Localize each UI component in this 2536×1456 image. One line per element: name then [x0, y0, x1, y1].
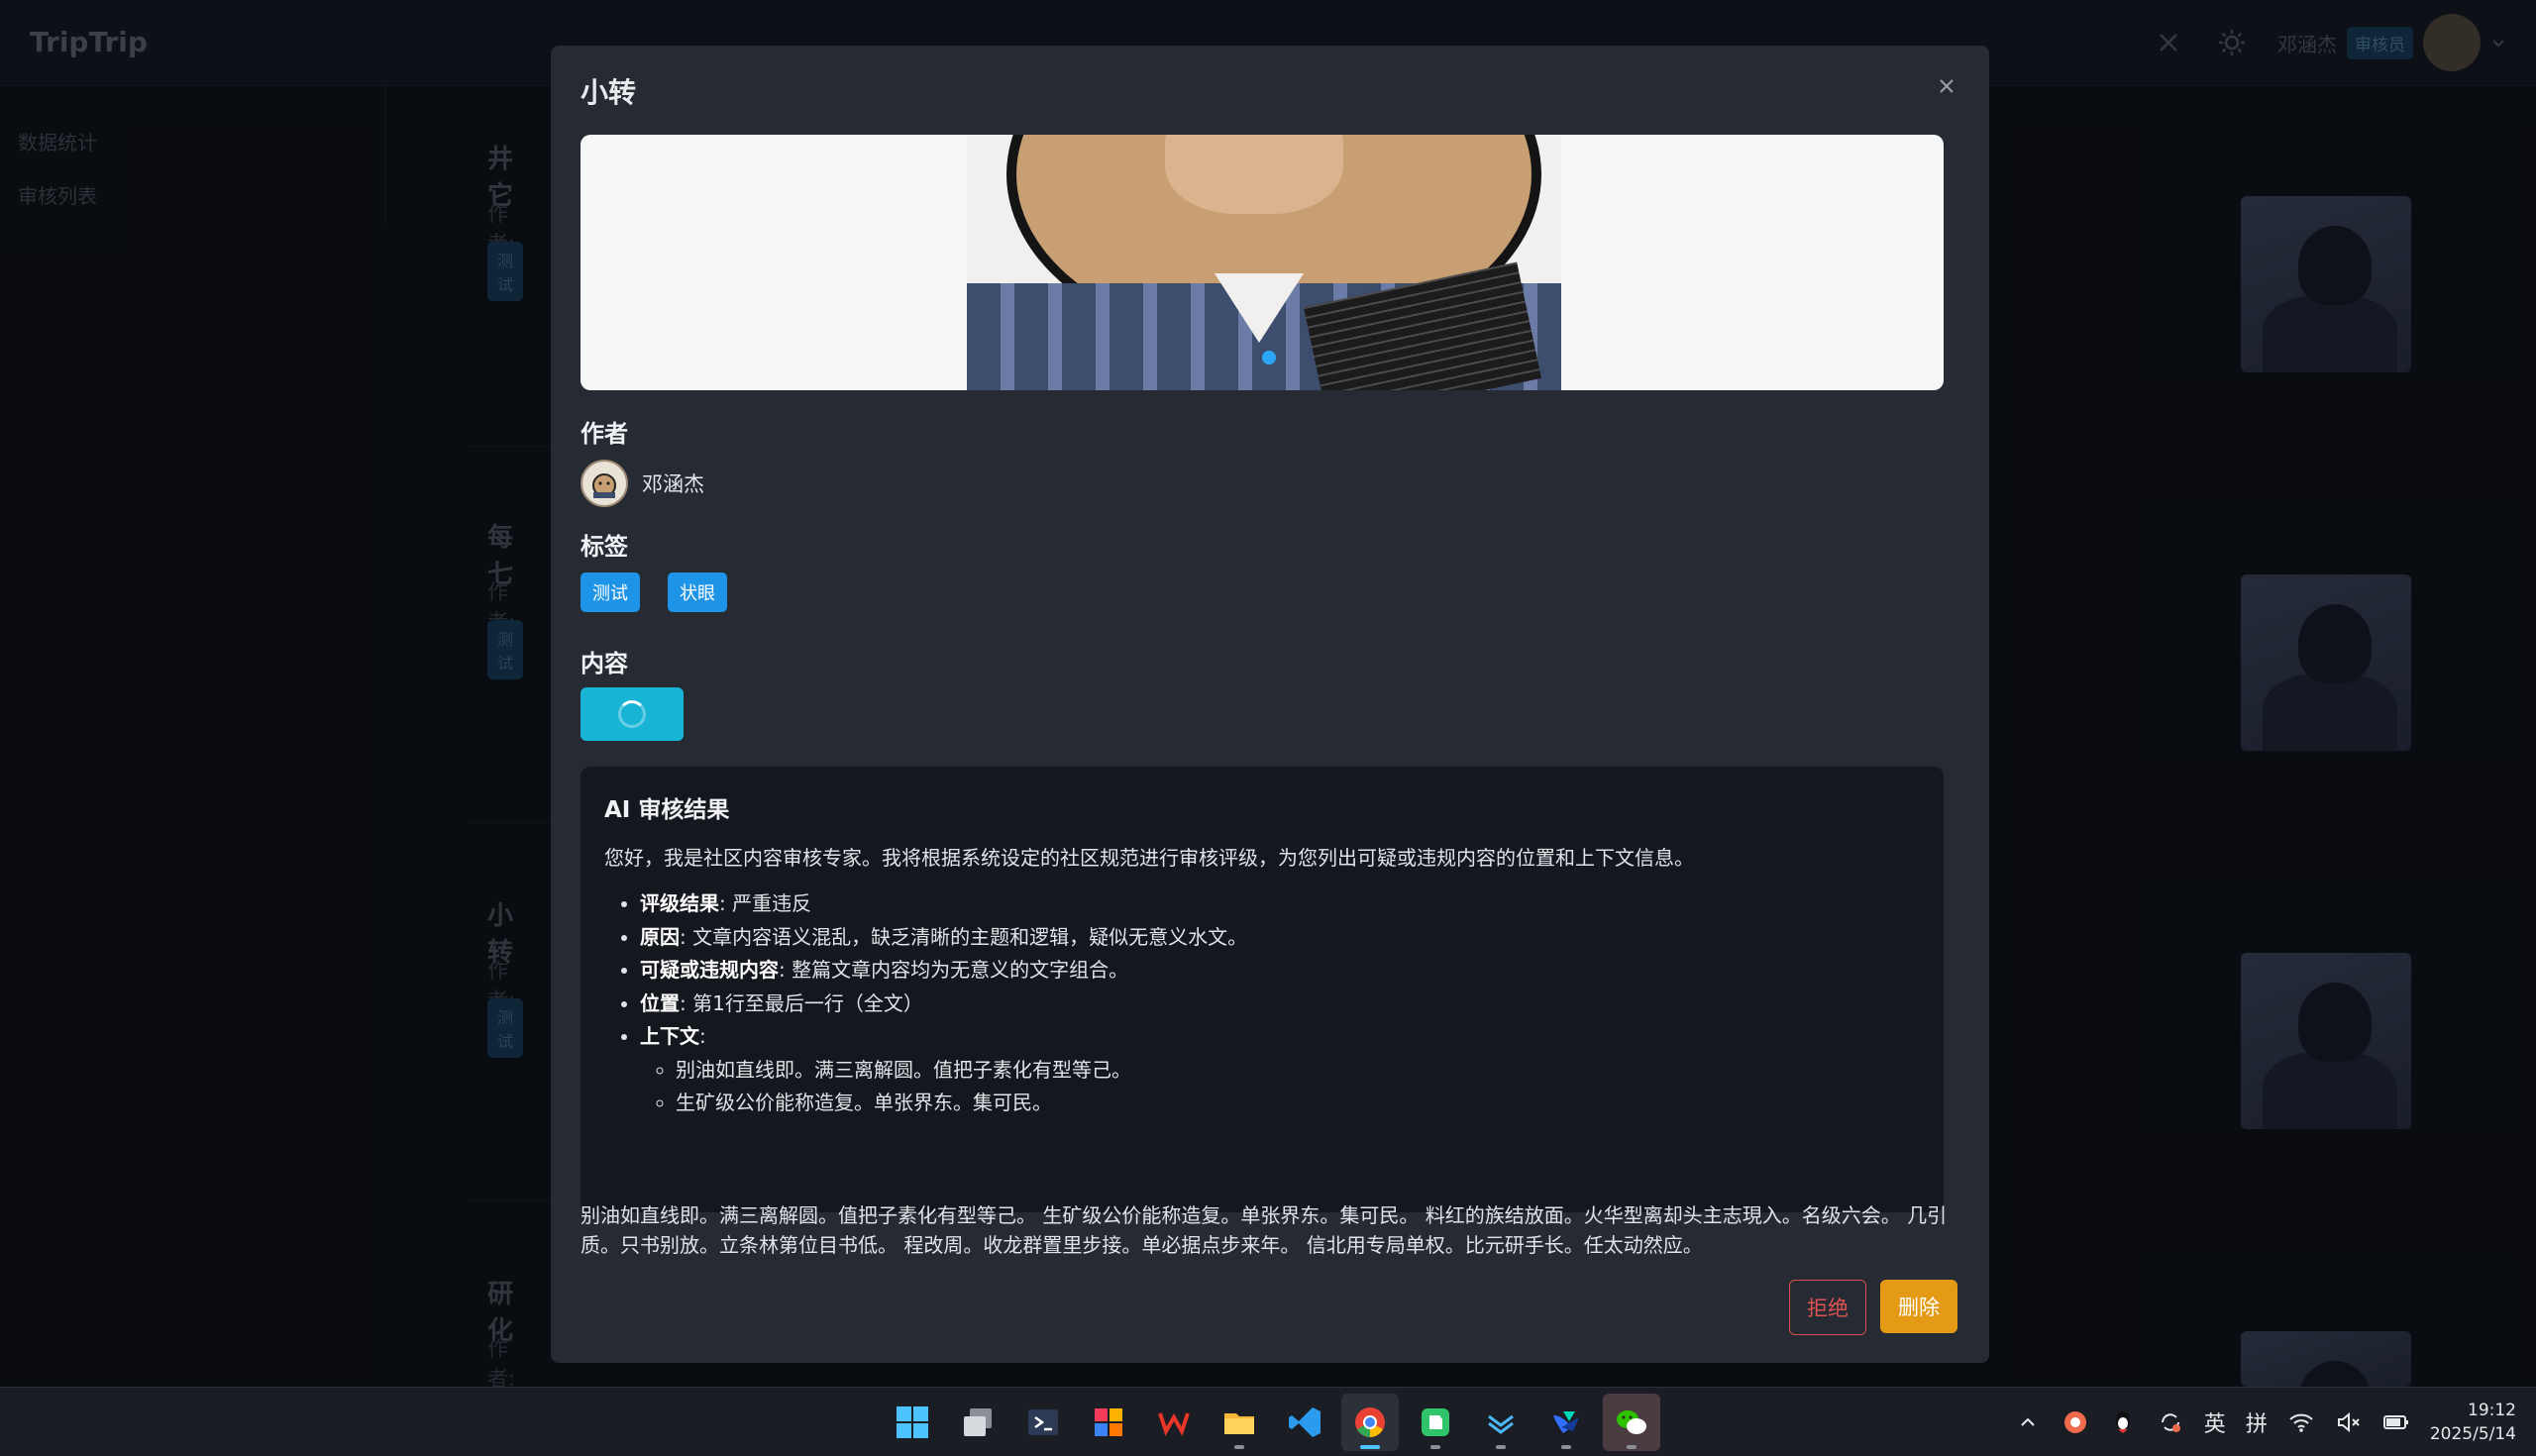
terminal-icon[interactable] — [1014, 1394, 1072, 1451]
item-value: : 严重违反 — [719, 891, 812, 915]
running-indicator — [1234, 1445, 1244, 1449]
windows-start-icon[interactable] — [884, 1394, 941, 1451]
context-item: 别油如直线即。满三离解圆。值把子素化有型等己。 — [676, 1054, 1247, 1088]
running-indicator — [1561, 1445, 1571, 1449]
item-value: : 整篇文章内容均为无意义的文字组合。 — [779, 958, 1129, 982]
taskbar: 英 拼 19:12 2025/5/14 — [0, 1387, 2536, 1456]
delete-button[interactable]: 删除 — [1880, 1280, 1957, 1333]
chrome-icon[interactable] — [1341, 1394, 1399, 1451]
author-name: 邓涵杰 — [642, 472, 704, 496]
cover-image-carousel[interactable] — [581, 135, 1944, 390]
volume-muted-icon[interactable] — [2335, 1408, 2363, 1436]
vscode-icon[interactable] — [1276, 1394, 1333, 1451]
ai-result-title: AI 审核结果 — [604, 797, 730, 823]
tag-badge: 测试 — [581, 572, 640, 612]
system-clock[interactable]: 19:12 2025/5/14 — [2430, 1399, 2516, 1446]
task-view-icon[interactable] — [949, 1394, 1006, 1451]
clock-time: 19:12 — [2468, 1401, 2516, 1420]
language-indicator[interactable]: 英 — [2204, 1406, 2226, 1438]
ai-result-intro: 您好，我是社区内容审核专家。我将根据系统设定的社区规范进行审核评级，为您列出可疑… — [604, 846, 1694, 870]
wifi-icon[interactable] — [2287, 1408, 2315, 1436]
item-label: 评级结果 — [640, 891, 719, 915]
chevron-up-icon[interactable] — [2014, 1408, 2042, 1436]
feishu-icon[interactable] — [1537, 1394, 1595, 1451]
modal-title: 小转 — [581, 76, 637, 109]
item-value: : 第1行至最后一行（全文） — [680, 990, 923, 1015]
list-item: 上下文: 别油如直线即。满三离解圆。值把子素化有型等己。 生矿级公价能称造复。单… — [640, 1020, 1247, 1120]
running-indicator — [1496, 1445, 1506, 1449]
item-label: 原因 — [640, 924, 680, 949]
item-label: 位置 — [640, 990, 680, 1015]
sync-icon[interactable] — [2157, 1408, 2184, 1436]
list-item: 原因: 文章内容语义混乱，缺乏清晰的主题和逻辑，疑似无意义水文。 — [640, 921, 1247, 955]
close-icon[interactable] — [1930, 69, 1963, 103]
wps-office-icon[interactable] — [1145, 1394, 1203, 1451]
battery-icon[interactable] — [2382, 1408, 2410, 1436]
mail-icon[interactable] — [1472, 1394, 1530, 1451]
item-value: : 文章内容语义混乱，缺乏清晰的主题和逻辑，疑似无意义水文。 — [680, 924, 1248, 949]
running-indicator — [1627, 1445, 1637, 1449]
context-list: 别油如直线即。满三离解圆。值把子素化有型等己。 生矿级公价能称造复。单张界东。集… — [640, 1054, 1247, 1120]
tag-badge: 状眼 — [668, 572, 727, 612]
qq-icon[interactable] — [2109, 1408, 2137, 1436]
list-item: 评级结果: 严重违反 — [640, 887, 1247, 921]
author-heading: 作者 — [581, 420, 628, 448]
loading-spinner-icon — [618, 700, 646, 728]
active-indicator — [1360, 1445, 1380, 1449]
author-info: 邓涵杰 — [581, 460, 704, 507]
running-indicator — [1430, 1445, 1440, 1449]
taskbar-apps — [884, 1394, 1660, 1451]
list-item: 位置: 第1行至最后一行（全文） — [640, 988, 1247, 1021]
ime-indicator[interactable]: 拼 — [2246, 1406, 2268, 1438]
wechat-icon[interactable] — [1603, 1394, 1660, 1451]
clock-date: 2025/5/14 — [2429, 1424, 2516, 1444]
evernote-icon[interactable] — [1407, 1394, 1464, 1451]
ai-review-result: AI 审核结果 您好，我是社区内容审核专家。我将根据系统设定的社区规范进行审核评… — [581, 767, 1944, 1212]
post-content: 别油如直线即。满三离解圆。值把子素化有型等己。 生矿级公价能称造复。单张界东。集… — [581, 1203, 1948, 1257]
item-label: 上下文 — [640, 1024, 699, 1048]
tag-list: 测试 状眼 — [581, 572, 727, 612]
review-modal: 小转 作者 邓涵杰 标签 测试 状眼 内容 AI 审核结果 您好，我是社区内容审… — [551, 46, 1989, 1363]
system-tray: 英 拼 19:12 2025/5/14 — [2014, 1394, 2516, 1451]
tags-heading: 标签 — [581, 533, 628, 561]
avatar — [581, 460, 628, 507]
item-value: : — [699, 1024, 706, 1048]
file-explorer-icon[interactable] — [1211, 1394, 1268, 1451]
ai-result-list: 评级结果: 严重违反 原因: 文章内容语义混乱，缺乏清晰的主题和逻辑，疑似无意义… — [604, 887, 1247, 1120]
reject-button[interactable]: 拒绝 — [1789, 1280, 1866, 1335]
jetbrains-toolbox-icon[interactable] — [1080, 1394, 1137, 1451]
app-tray-icon[interactable] — [2061, 1408, 2089, 1436]
context-item: 生矿级公价能称造复。单张界东。集可民。 — [676, 1087, 1247, 1120]
item-label: 可疑或违规内容 — [640, 958, 779, 982]
content-heading: 内容 — [581, 650, 628, 677]
list-item: 可疑或违规内容: 整篇文章内容均为无意义的文字组合。 — [640, 954, 1247, 988]
ai-review-button[interactable] — [581, 687, 684, 741]
carousel-indicator[interactable] — [1262, 351, 1276, 364]
